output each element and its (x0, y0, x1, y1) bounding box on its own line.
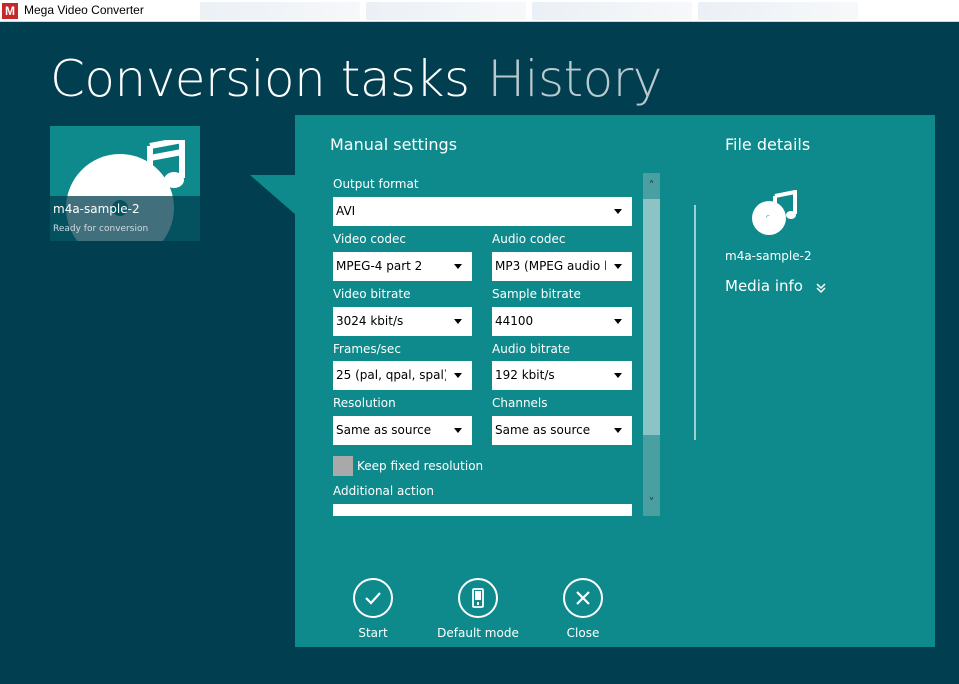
settings-form: Output format AVI Video codec MPEG-4 par… (333, 173, 660, 516)
settings-panel: Manual settings File details Output form… (295, 115, 935, 647)
chevron-down-icon (614, 428, 622, 433)
chevron-down-icon (614, 209, 622, 214)
channels-select[interactable]: Same as source (492, 416, 632, 445)
output-format-label: Output format (333, 177, 419, 191)
fps-value: 25 (pal, qpal, spal) (336, 368, 446, 382)
chevron-down-icon (454, 264, 462, 269)
keep-fixed-resolution-label: Keep fixed resolution (357, 459, 484, 473)
background-tab (698, 2, 858, 20)
tab-history[interactable]: History (488, 50, 663, 108)
resolution-value: Same as source (336, 423, 432, 437)
resolution-label: Resolution (333, 396, 396, 410)
music-note-icon (132, 140, 185, 195)
audio-bitrate-value: 192 kbit/s (495, 368, 555, 382)
app-logo-icon: M (2, 3, 18, 19)
sample-bitrate-select[interactable]: 44100 (492, 307, 632, 336)
close-icon (563, 578, 603, 618)
audio-codec-value: MP3 (MPEG audio lay (495, 259, 606, 273)
channels-value: Same as source (495, 423, 591, 437)
additional-action-select[interactable] (333, 504, 632, 516)
audio-file-icon (752, 190, 797, 235)
device-icon (458, 578, 498, 618)
callout-pointer (250, 175, 296, 215)
video-bitrate-select[interactable]: 3024 kbit/s (333, 307, 472, 336)
double-chevron-down-icon (816, 283, 826, 294)
chevron-down-icon (454, 319, 462, 324)
settings-scrollbar[interactable]: ˄ ˅ (643, 173, 660, 516)
background-window-tabs (200, 2, 959, 20)
background-tab (532, 2, 692, 20)
video-codec-value: MPEG-4 part 2 (336, 259, 423, 273)
chevron-down-icon (614, 373, 622, 378)
scroll-down-arrow-icon[interactable]: ˅ (643, 490, 660, 516)
media-info-label: Media info (725, 277, 803, 295)
resolution-select[interactable]: Same as source (333, 416, 472, 445)
detail-file-name: m4a-sample-2 (725, 249, 812, 263)
output-format-value: AVI (336, 204, 356, 218)
start-button[interactable]: Start (323, 578, 423, 640)
chevron-down-icon (614, 264, 622, 269)
video-bitrate-value: 3024 kbit/s (336, 314, 404, 328)
video-codec-label: Video codec (333, 232, 406, 246)
default-mode-label: Default mode (437, 626, 519, 640)
sample-bitrate-label: Sample bitrate (492, 287, 581, 301)
file-details-title: File details (725, 135, 811, 154)
start-label: Start (358, 626, 388, 640)
media-info-toggle[interactable]: Media info (725, 277, 826, 295)
task-tile[interactable]: m4a-sample-2 Ready for conversion (50, 126, 200, 241)
keep-fixed-resolution-checkbox[interactable] (333, 456, 353, 476)
video-bitrate-label: Video bitrate (333, 287, 411, 301)
audio-bitrate-label: Audio bitrate (492, 342, 570, 356)
scroll-up-arrow-icon[interactable]: ˄ (643, 173, 660, 199)
checkmark-icon (353, 578, 393, 618)
sample-bitrate-value: 44100 (495, 314, 534, 328)
audio-codec-select[interactable]: MP3 (MPEG audio lay (492, 252, 632, 281)
window-titlebar: M Mega Video Converter (0, 0, 959, 22)
tab-conversion-tasks[interactable]: Conversion tasks (50, 50, 470, 108)
audio-bitrate-select[interactable]: 192 kbit/s (492, 361, 632, 390)
task-caption: m4a-sample-2 Ready for conversion (50, 196, 200, 241)
page-heading: Conversion tasks History (50, 50, 662, 108)
background-tab (366, 2, 526, 20)
additional-action-label: Additional action (333, 484, 434, 498)
panel-divider (694, 205, 696, 440)
default-mode-button[interactable]: Default mode (428, 578, 528, 640)
video-codec-select[interactable]: MPEG-4 part 2 (333, 252, 472, 281)
task-name: m4a-sample-2 (53, 202, 140, 216)
chevron-down-icon (454, 373, 462, 378)
chevron-down-icon (454, 428, 462, 433)
close-button[interactable]: Close (533, 578, 633, 640)
scrollbar-thumb[interactable] (643, 199, 660, 435)
output-format-select[interactable]: AVI (333, 197, 632, 226)
close-label: Close (566, 626, 600, 640)
background-tab (200, 2, 360, 20)
window-title: Mega Video Converter (24, 3, 144, 17)
channels-label: Channels (492, 396, 548, 410)
manual-settings-title: Manual settings (330, 135, 458, 154)
audio-codec-label: Audio codec (492, 232, 566, 246)
chevron-down-icon (614, 319, 622, 324)
fps-select[interactable]: 25 (pal, qpal, spal) (333, 361, 472, 390)
task-status: Ready for conversion (53, 224, 149, 234)
fps-label: Frames/sec (333, 342, 401, 356)
